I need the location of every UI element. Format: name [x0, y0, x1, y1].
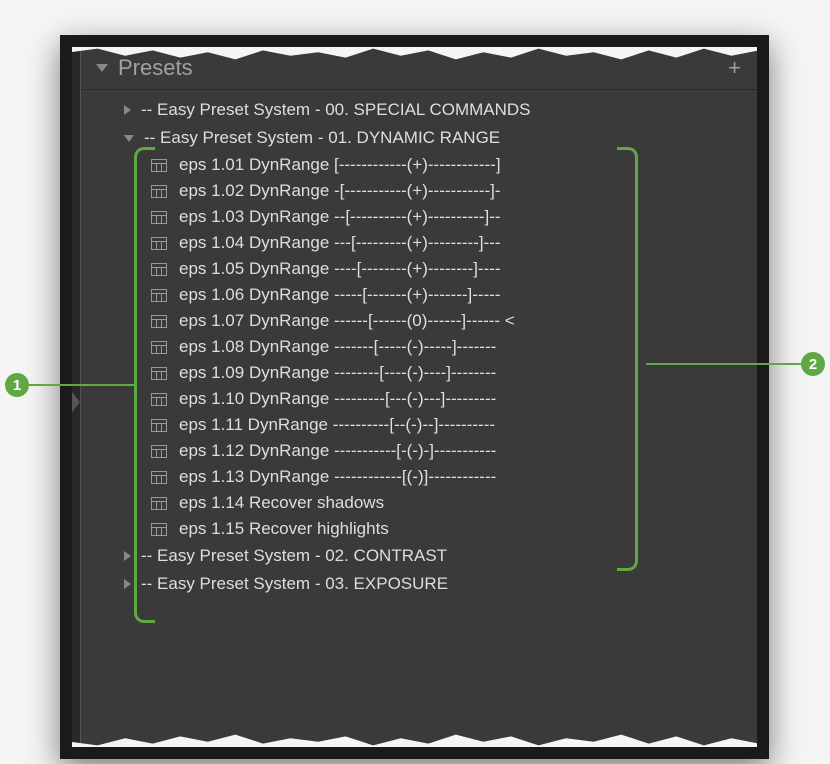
preset-icon: [151, 497, 167, 510]
folder-label: -- Easy Preset System - 03. EXPOSURE: [141, 574, 448, 594]
preset-label: eps 1.06 DynRange -----[-------(+)------…: [179, 285, 501, 305]
preset-label: eps 1.05 DynRange ----[--------(+)------…: [179, 259, 501, 279]
preset-label: eps 1.12 DynRange -----------[-(-)-]----…: [179, 441, 496, 461]
preset-item[interactable]: eps 1.10 DynRange ---------[---(-)---]--…: [151, 386, 757, 412]
preset-icon: [151, 523, 167, 536]
preset-item[interactable]: eps 1.12 DynRange -----------[-(-)-]----…: [151, 438, 757, 464]
preset-label: eps 1.04 DynRange ---[---------(+)------…: [179, 233, 501, 253]
preset-item[interactable]: eps 1.04 DynRange ---[---------(+)------…: [151, 230, 757, 256]
preset-icon: [151, 237, 167, 250]
preset-item[interactable]: eps 1.11 DynRange ----------[--(-)--]---…: [151, 412, 757, 438]
preset-label: eps 1.01 DynRange [------------(+)------…: [179, 155, 501, 175]
annotation-line: [29, 384, 137, 386]
preset-label: eps 1.02 DynRange -[-----------(+)------…: [179, 181, 501, 201]
preset-item[interactable]: eps 1.03 DynRange --[----------(+)------…: [151, 204, 757, 230]
folder-disclosure-icon[interactable]: [124, 579, 131, 589]
annotation-badge: 1: [5, 373, 29, 397]
preset-label: eps 1.03 DynRange --[----------(+)------…: [179, 207, 501, 227]
preset-icon: [151, 289, 167, 302]
preset-icon: [151, 445, 167, 458]
preset-label: eps 1.10 DynRange ---------[---(-)---]--…: [179, 389, 496, 409]
preset-item[interactable]: eps 1.15 Recover highlights: [151, 516, 757, 542]
preset-icon: [151, 419, 167, 432]
preset-list: eps 1.01 DynRange [------------(+)------…: [96, 152, 757, 542]
preset-icon: [151, 315, 167, 328]
preset-label: eps 1.07 DynRange ------[------(0)------…: [179, 311, 515, 331]
preset-icon: [151, 367, 167, 380]
preset-folder[interactable]: -- Easy Preset System - 03. EXPOSURE: [96, 570, 757, 598]
folder-label: -- Easy Preset System - 02. CONTRAST: [141, 546, 447, 566]
annotation-badge: 2: [801, 352, 825, 376]
preset-label: eps 1.09 DynRange --------[----(-)----]-…: [179, 363, 496, 383]
add-preset-icon[interactable]: +: [728, 55, 741, 81]
preset-icon: [151, 393, 167, 406]
panel-disclosure-icon[interactable]: [96, 64, 108, 72]
annotation-callout-1: 1: [5, 373, 137, 397]
preset-item[interactable]: eps 1.07 DynRange ------[------(0)------…: [151, 308, 757, 334]
annotation-line: [646, 363, 801, 365]
preset-label: eps 1.13 DynRange ------------[(-)]-----…: [179, 467, 496, 487]
presets-panel: Presets + -- Easy Preset System - 00. SP…: [60, 35, 769, 759]
folder-label: -- Easy Preset System - 01. DYNAMIC RANG…: [144, 128, 500, 148]
folder-disclosure-icon[interactable]: [124, 135, 134, 142]
preset-icon: [151, 263, 167, 276]
folder-label: -- Easy Preset System - 00. SPECIAL COMM…: [141, 100, 531, 120]
preset-folder[interactable]: -- Easy Preset System - 00. SPECIAL COMM…: [96, 96, 757, 124]
preset-item[interactable]: eps 1.01 DynRange [------------(+)------…: [151, 152, 757, 178]
preset-label: eps 1.15 Recover highlights: [179, 519, 389, 539]
preset-label: eps 1.08 DynRange -------[-----(-)-----]…: [179, 337, 496, 357]
annotation-callout-2: 2: [646, 352, 825, 376]
preset-item[interactable]: eps 1.14 Recover shadows: [151, 490, 757, 516]
preset-icon: [151, 471, 167, 484]
preset-folder[interactable]: -- Easy Preset System - 01. DYNAMIC RANG…: [96, 124, 757, 152]
preset-icon: [151, 211, 167, 224]
preset-item[interactable]: eps 1.02 DynRange -[-----------(+)------…: [151, 178, 757, 204]
preset-label: eps 1.11 DynRange ----------[--(-)--]---…: [179, 415, 495, 435]
preset-icon: [151, 185, 167, 198]
preset-item[interactable]: eps 1.13 DynRange ------------[(-)]-----…: [151, 464, 757, 490]
preset-item[interactable]: eps 1.06 DynRange -----[-------(+)------…: [151, 282, 757, 308]
preset-icon: [151, 341, 167, 354]
preset-tree: -- Easy Preset System - 00. SPECIAL COMM…: [72, 90, 757, 598]
preset-icon: [151, 159, 167, 172]
preset-label: eps 1.14 Recover shadows: [179, 493, 384, 513]
folder-disclosure-icon[interactable]: [124, 105, 131, 115]
preset-folder[interactable]: -- Easy Preset System - 02. CONTRAST: [96, 542, 757, 570]
preset-item[interactable]: eps 1.05 DynRange ----[--------(+)------…: [151, 256, 757, 282]
folder-disclosure-icon[interactable]: [124, 551, 131, 561]
panel-title: Presets: [118, 55, 193, 81]
panel-header: Presets +: [72, 47, 757, 90]
